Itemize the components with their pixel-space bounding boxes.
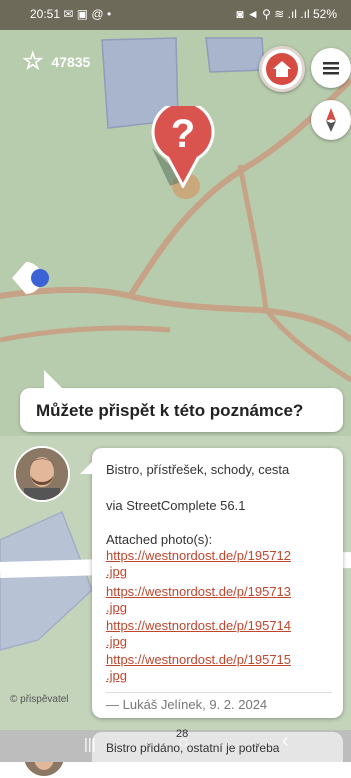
photo-link-3-ext[interactable]: .jpg xyxy=(106,634,127,649)
star-count: 47835 xyxy=(51,53,91,70)
photo-link-2[interactable]: https://westnordost.de/p/195713 xyxy=(106,584,291,599)
photo-link-1-ext[interactable]: .jpg xyxy=(106,564,127,579)
photo-link-1[interactable]: https://westnordost.de/p/195712 xyxy=(106,548,291,563)
user-photo-icon xyxy=(16,448,68,500)
building-2 xyxy=(205,37,265,73)
system-icons: ◙ ◄ ⚲ ≋ .ıl .ıl xyxy=(236,7,310,21)
compass-icon xyxy=(326,108,336,132)
comment-card: Bistro, přístřešek, schody, cesta via St… xyxy=(80,448,343,718)
comment-signature: — Lukáš Jelínek, 9. 2. 2024 xyxy=(106,697,268,712)
comment-title: Bistro, přístřešek, schody, cesta xyxy=(106,462,290,477)
compass-button[interactable] xyxy=(311,100,351,140)
avatar xyxy=(14,446,70,502)
quest-question: Můžete přispět k této poznámce? xyxy=(36,401,304,420)
notification-icons: ✉ ▣ @ • xyxy=(63,7,112,21)
question-symbol: ? xyxy=(170,112,196,156)
status-time: 20:51 xyxy=(30,7,61,21)
menu-icon xyxy=(323,62,339,75)
next-comment-number: 28 xyxy=(176,728,189,740)
photo-link-4-ext[interactable]: .jpg xyxy=(106,668,127,683)
quest-prompt-bubble: Můžete přispět k této poznámce? xyxy=(20,370,343,432)
comment-via: via StreetComplete 56.1 xyxy=(106,498,246,513)
map-attribution[interactable]: © přispěvatel xyxy=(10,694,69,705)
answer-counter[interactable]: ☆ 47835 xyxy=(22,47,90,76)
my-location-marker xyxy=(12,258,58,298)
attached-label: Attached photo(s): xyxy=(106,532,213,547)
status-bar: 20:51 ✉ ▣ @ • ◙ ◄ ⚲ ≋ .ıl .ıl 52% xyxy=(0,0,351,30)
home-button[interactable] xyxy=(259,46,305,92)
star-icon: ☆ xyxy=(22,48,44,75)
menu-button[interactable] xyxy=(311,48,351,88)
photo-link-2-ext[interactable]: .jpg xyxy=(106,600,127,615)
battery-level: 52% xyxy=(312,7,337,21)
home-icon xyxy=(266,53,298,85)
photo-link-4[interactable]: https://westnordost.de/p/195715 xyxy=(106,652,291,667)
location-dot-icon xyxy=(12,262,49,294)
divider xyxy=(106,692,332,693)
note-marker[interactable]: ? xyxy=(150,106,216,188)
photo-link-3[interactable]: https://westnordost.de/p/195714 xyxy=(106,618,291,633)
next-comment-text: Bistro přidáno, ostatní je potřeba xyxy=(106,741,280,755)
